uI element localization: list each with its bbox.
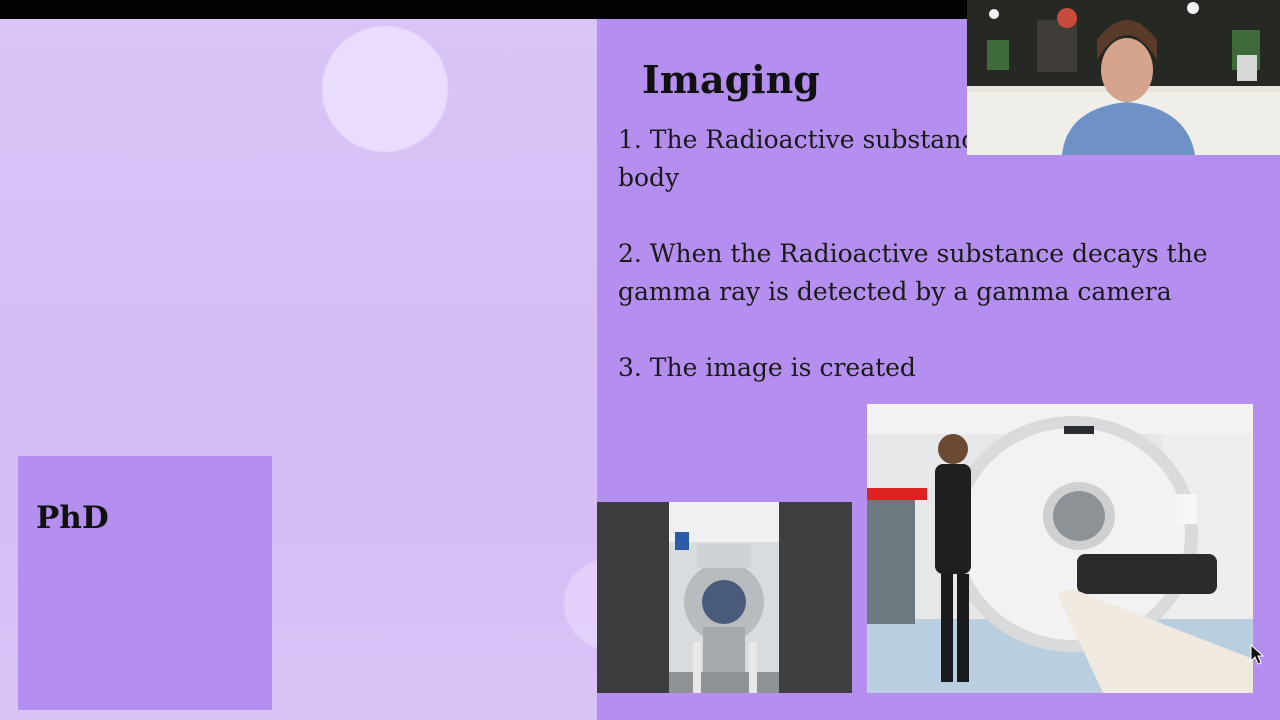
step-2-text: 2. When the Radioactive substance decays…: [618, 239, 1208, 306]
phd-label: PhD: [36, 500, 109, 536]
gamma-camera-illustration: [597, 502, 852, 693]
gamma-camera-photo: [597, 502, 852, 693]
slide-title: Imaging: [642, 57, 820, 102]
presenter-video-illustration: [967, 0, 1280, 155]
mouse-cursor-icon: [1250, 644, 1264, 665]
pet-ct-scanner-illustration: [867, 404, 1253, 693]
phd-section-box: [18, 456, 272, 710]
step-3-text: 3. The image is created: [618, 353, 916, 382]
pet-ct-scanner-photo: [867, 404, 1253, 693]
presenter-webcam-overlay: [967, 0, 1280, 155]
